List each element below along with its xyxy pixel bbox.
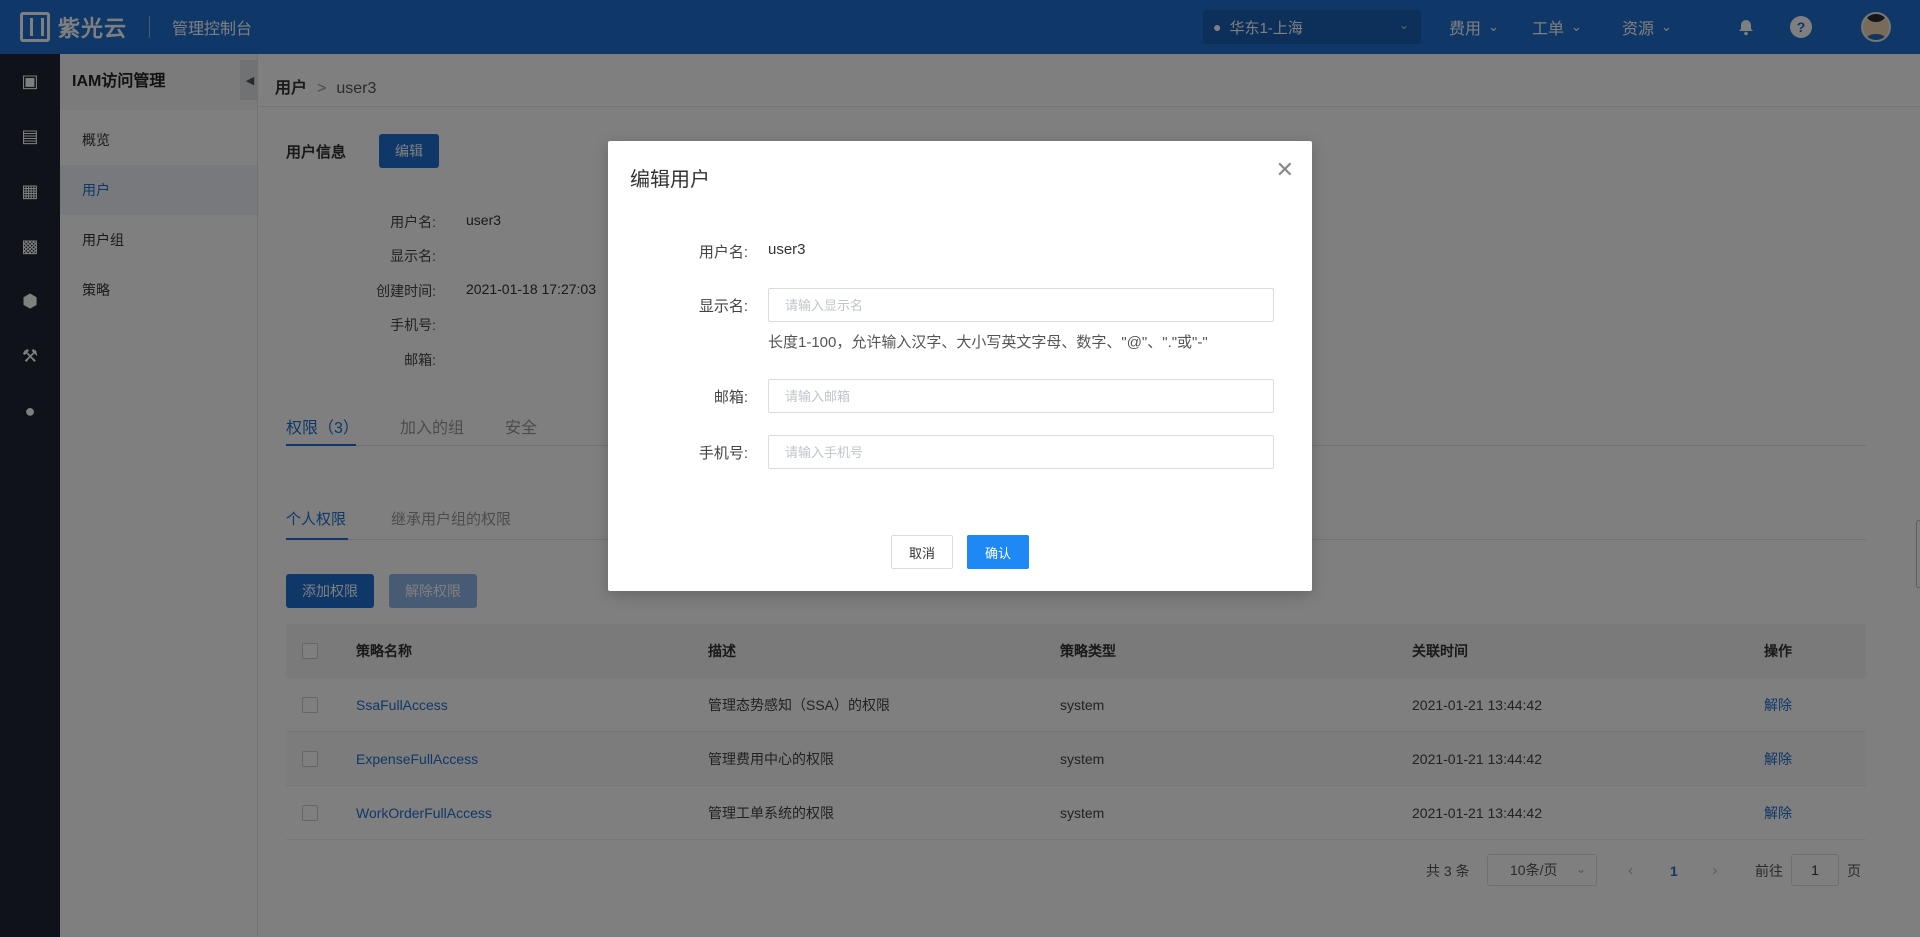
dialog-title: 编辑用户	[630, 169, 710, 191]
email-label: 邮箱:	[713, 389, 748, 406]
close-icon[interactable]: ✕	[1276, 159, 1294, 181]
cancel-button[interactable]: 取消	[891, 535, 953, 569]
confirm-button[interactable]: 确认	[967, 535, 1029, 569]
username-label: 用户名:	[698, 244, 748, 261]
display-name-label: 显示名:	[698, 298, 748, 315]
username-value: user3	[768, 241, 806, 258]
phone-label: 手机号:	[698, 445, 748, 462]
display-name-input[interactable]	[768, 288, 1274, 322]
phone-input[interactable]	[768, 435, 1274, 469]
edit-user-dialog: 编辑用户 ✕ 用户名: user3 显示名: 长度1-100，允许输入汉字、大小…	[608, 141, 1312, 591]
display-name-hint: 长度1-100，允许输入汉字、大小写英文字母、数字、"@"、"."或"-"	[768, 334, 1208, 351]
email-input[interactable]	[768, 379, 1274, 413]
